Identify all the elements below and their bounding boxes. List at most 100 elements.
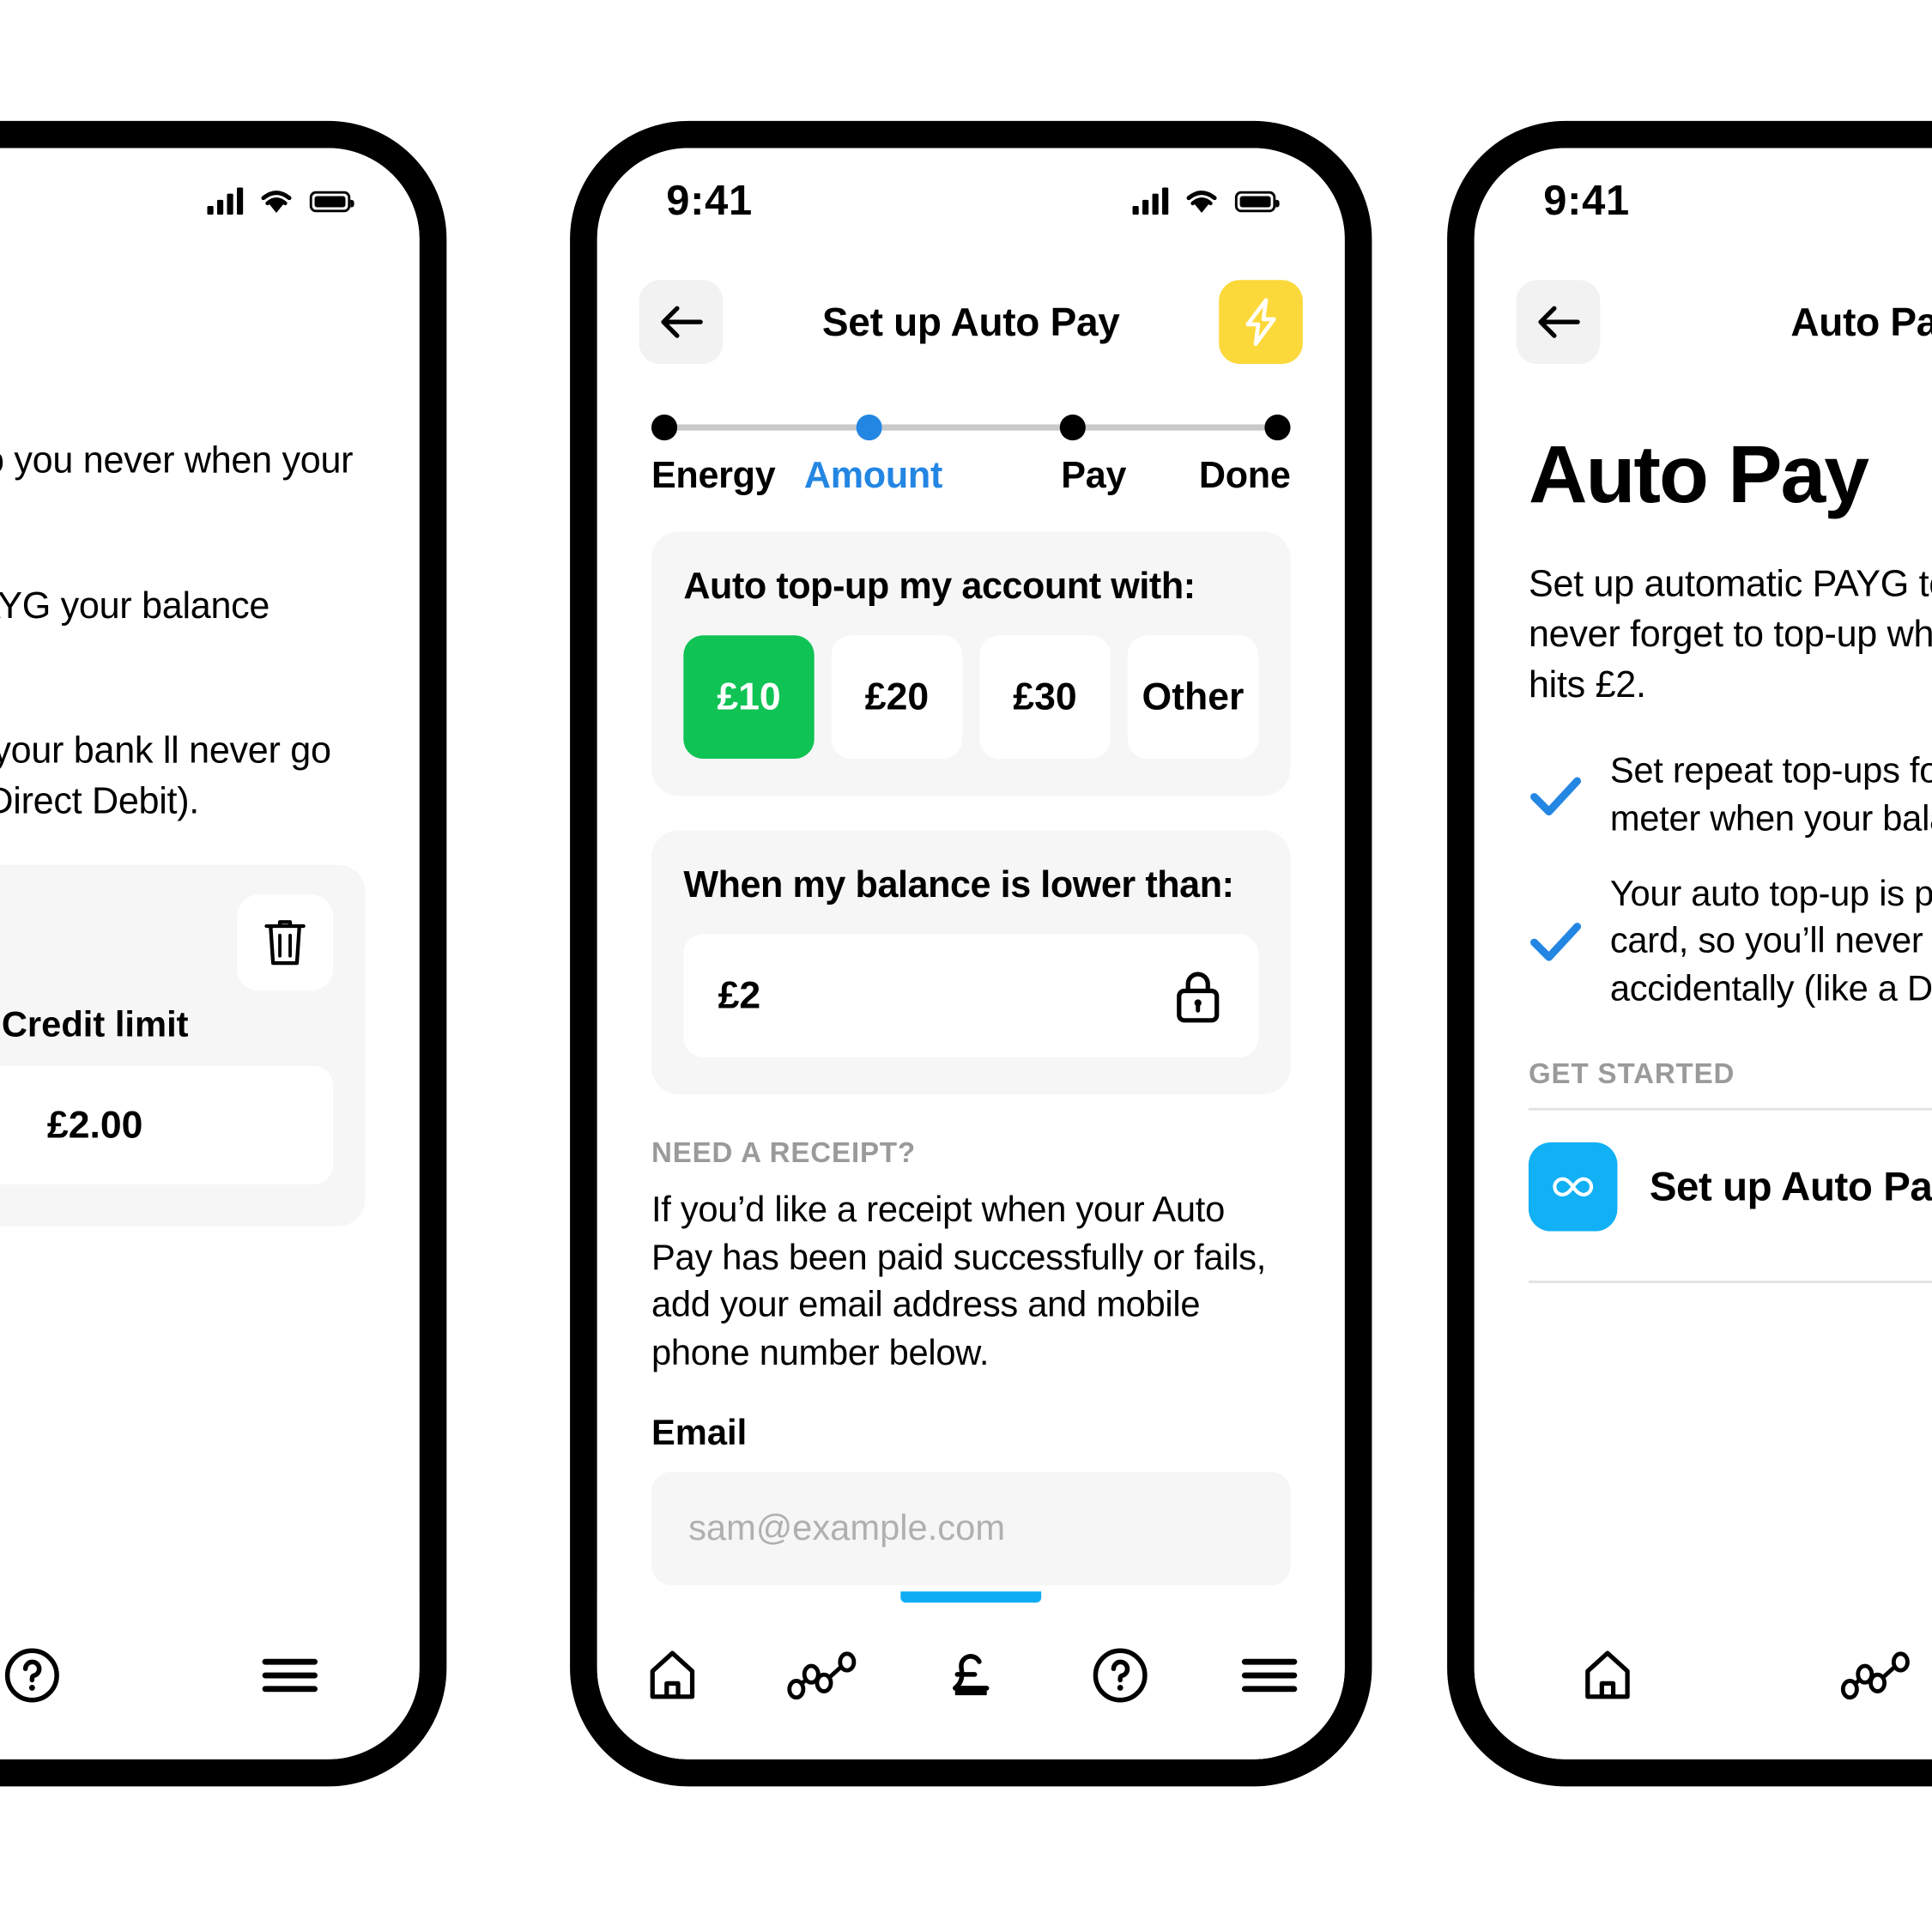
tab-usage[interactable] bbox=[747, 1591, 896, 1759]
check-icon-wrap bbox=[1529, 775, 1583, 817]
back-button[interactable] bbox=[639, 280, 724, 365]
tab-help[interactable] bbox=[1045, 1591, 1195, 1759]
left-phone-screen: Auto Pay c PAYG top-ups so you never whe… bbox=[0, 148, 420, 1759]
left-card-column-credit-limit: Credit limit £2.00 bbox=[0, 1005, 334, 1184]
question-circle-icon bbox=[4, 1648, 59, 1703]
phone-mockup-left: Auto Pay c PAYG top-ups so you never whe… bbox=[0, 120, 447, 1787]
tab-pay[interactable] bbox=[896, 1591, 1045, 1759]
mid-tab-bar bbox=[597, 1591, 1345, 1759]
right-heading: Auto Pay bbox=[1528, 427, 1869, 520]
auto-topup-amount-card: Auto top-up my account with: £10 £20 £30… bbox=[651, 531, 1291, 796]
email-input[interactable]: sam@example.com bbox=[651, 1472, 1291, 1586]
lock-icon bbox=[1177, 972, 1220, 1023]
signal-bars-icon bbox=[207, 187, 244, 215]
amount-option-other[interactable]: Other bbox=[1127, 635, 1259, 760]
stepper-labels: Energy Amount Pay Done bbox=[651, 455, 1291, 497]
step-label-energy: Energy bbox=[651, 455, 776, 496]
setup-stepper: Energy Amount Pay Done bbox=[597, 383, 1345, 498]
delete-button[interactable] bbox=[236, 893, 334, 990]
list-item-label: Your auto top-up is paid with your bank … bbox=[1609, 874, 1932, 1009]
arrow-left-icon bbox=[661, 306, 703, 338]
list-item: Set repeat top-ups for your PAYG meter w… bbox=[1529, 748, 1932, 844]
usage-graph-icon bbox=[787, 1651, 857, 1700]
wifi-icon bbox=[261, 190, 292, 213]
amount-options: £10 £20 £30 Other bbox=[683, 635, 1259, 760]
battery-icon bbox=[309, 191, 354, 212]
balance-threshold-field[interactable]: £2 bbox=[683, 934, 1259, 1057]
receipt-section-label: NEED A RECEIPT? bbox=[651, 1136, 917, 1169]
menu-icon bbox=[263, 1658, 318, 1693]
left-status-icons bbox=[207, 187, 354, 215]
right-benefit-list: Set repeat top-ups for your PAYG meter w… bbox=[1529, 748, 1932, 1014]
phone-mockup-right: 9:41 Auto Pay Auto Pay Set up automatic … bbox=[1447, 120, 1932, 1787]
step-dot-amount[interactable] bbox=[856, 414, 882, 441]
menu-icon bbox=[1242, 1658, 1298, 1693]
wifi-icon bbox=[1186, 190, 1217, 213]
right-status-time: 9:41 bbox=[1543, 177, 1630, 224]
stepper-segment bbox=[1086, 424, 1265, 431]
tab-home[interactable] bbox=[1475, 1591, 1741, 1759]
menu-item-set-up-auto-pay[interactable]: Set up Auto Pay bbox=[1528, 1111, 1932, 1263]
trash-icon bbox=[264, 919, 306, 965]
get-started-label: GET STARTED bbox=[1528, 1057, 1735, 1090]
left-tab-bar bbox=[0, 1591, 420, 1759]
right-nav-bar: Auto Pay bbox=[1475, 254, 1932, 382]
right-status-bar: 9:41 bbox=[1475, 148, 1932, 254]
check-icon bbox=[1530, 777, 1582, 815]
left-nav-bar: Auto Pay bbox=[0, 254, 420, 382]
list-item-label: Set repeat top-ups for your PAYG meter w… bbox=[1609, 751, 1932, 839]
step-label-done: Done bbox=[1198, 455, 1291, 496]
auto-topup-title: Auto top-up my account with: bbox=[683, 566, 1196, 608]
screenshot-canvas: Auto Pay c PAYG top-ups so you never whe… bbox=[0, 0, 1932, 1932]
battery-icon bbox=[1234, 191, 1280, 212]
right-tab-bar bbox=[1474, 1591, 1932, 1759]
arrow-left-icon bbox=[1538, 306, 1580, 338]
left-credit-limit-card: . Credit limit £2.00 bbox=[0, 864, 366, 1226]
credit-limit-value[interactable]: £2.00 bbox=[0, 1065, 334, 1184]
step-label-pay: Pay bbox=[1061, 455, 1127, 496]
credit-limit-label: Credit limit bbox=[1, 1005, 189, 1045]
amount-option-30[interactable]: £30 bbox=[979, 635, 1111, 760]
tab-help[interactable] bbox=[0, 1591, 161, 1759]
left-paragraph-2: op-ups for your PAYG your balance reache… bbox=[0, 585, 270, 627]
receipt-description: If you’d like a receipt when your Auto P… bbox=[651, 1190, 1267, 1373]
tab-menu[interactable] bbox=[161, 1591, 420, 1759]
lightning-action-button[interactable] bbox=[1219, 280, 1303, 365]
left-body: c PAYG top-ups so you never when your ba… bbox=[0, 383, 420, 1226]
check-icon bbox=[1530, 923, 1582, 962]
phone-mockup-middle: 9:41 Set up Auto Pay Energy Amount Pay D… bbox=[570, 120, 1372, 1787]
pound-icon bbox=[953, 1654, 990, 1696]
stepper-segment bbox=[881, 424, 1061, 431]
mid-status-bar: 9:41 bbox=[597, 148, 1345, 254]
home-icon bbox=[1585, 1650, 1631, 1699]
step-dot-pay[interactable] bbox=[1060, 414, 1087, 441]
step-dot-done[interactable] bbox=[1264, 414, 1291, 441]
back-button[interactable] bbox=[1516, 280, 1601, 365]
tab-home[interactable] bbox=[597, 1591, 747, 1759]
step-label-amount: Amount bbox=[803, 455, 943, 496]
mid-status-icons bbox=[1132, 187, 1280, 215]
check-icon-wrap bbox=[1529, 921, 1583, 963]
tab-active-indicator bbox=[900, 1591, 1042, 1603]
balance-threshold-value: £2 bbox=[718, 973, 761, 1017]
left-paragraph-3: op-up is paid with your bank ll never go… bbox=[0, 730, 331, 822]
infinity-icon bbox=[1553, 1177, 1594, 1197]
mid-status-time: 9:41 bbox=[666, 177, 753, 224]
amount-option-20[interactable]: £20 bbox=[831, 635, 963, 760]
balance-threshold-card: When my balance is lower than: £2 bbox=[651, 830, 1291, 1094]
mid-body: Auto top-up my account with: £10 £20 £30… bbox=[597, 531, 1345, 1759]
email-label: Email bbox=[651, 1414, 748, 1454]
question-circle-icon bbox=[1093, 1648, 1148, 1703]
amount-option-10[interactable]: £10 bbox=[683, 635, 815, 760]
stepper-segment bbox=[677, 424, 857, 431]
tab-menu[interactable] bbox=[1196, 1591, 1345, 1759]
left-card-columns: . Credit limit £2.00 bbox=[0, 1005, 334, 1184]
step-dot-energy[interactable] bbox=[651, 414, 678, 441]
lock-icon-wrap bbox=[1172, 966, 1224, 1026]
balance-threshold-title: When my balance is lower than: bbox=[683, 864, 1234, 906]
signal-bars-icon bbox=[1132, 187, 1169, 215]
divider bbox=[1528, 1281, 1932, 1284]
left-paragraph-1: c PAYG top-ups so you never when your ba… bbox=[0, 440, 354, 481]
tab-usage[interactable] bbox=[1741, 1591, 1932, 1759]
mid-nav-bar: Set up Auto Pay bbox=[597, 254, 1345, 382]
